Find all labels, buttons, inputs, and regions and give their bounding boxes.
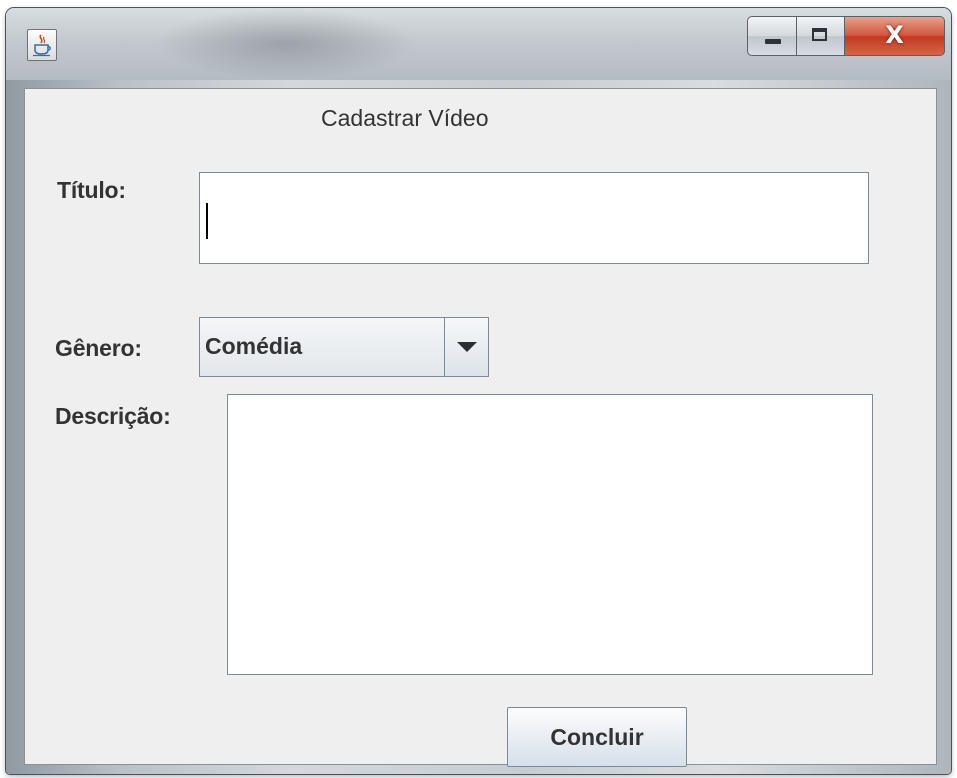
- close-icon: X: [885, 21, 904, 49]
- form-title: Cadastrar Vídeo: [321, 105, 489, 131]
- genero-label: Gênero:: [55, 335, 142, 361]
- maximize-icon: [812, 28, 827, 41]
- java-cup-icon[interactable]: [27, 29, 57, 61]
- close-button[interactable]: X: [845, 16, 945, 56]
- chevron-down-icon: [457, 342, 477, 352]
- maximize-button[interactable]: [797, 16, 845, 56]
- concluir-button[interactable]: Concluir: [507, 707, 687, 767]
- text-caret: [206, 203, 208, 239]
- app-window: X Cadastrar Vídeo Título: Gênero: Comédi…: [6, 8, 951, 774]
- title-bar[interactable]: X: [6, 8, 951, 80]
- genero-selected-value: Comédia: [205, 333, 303, 359]
- descricao-label: Descrição:: [55, 403, 171, 429]
- titulo-input[interactable]: [199, 172, 869, 264]
- genero-dropdown-button[interactable]: [444, 318, 488, 376]
- window-controls: X: [747, 16, 945, 56]
- form-panel: Cadastrar Vídeo Título: Gênero: Comédia …: [24, 88, 937, 767]
- minimize-button[interactable]: [747, 16, 797, 56]
- minimize-icon: [765, 39, 781, 44]
- genero-combobox[interactable]: Comédia: [199, 317, 489, 377]
- titulo-label: Título:: [57, 177, 126, 203]
- descricao-textarea[interactable]: [227, 394, 873, 675]
